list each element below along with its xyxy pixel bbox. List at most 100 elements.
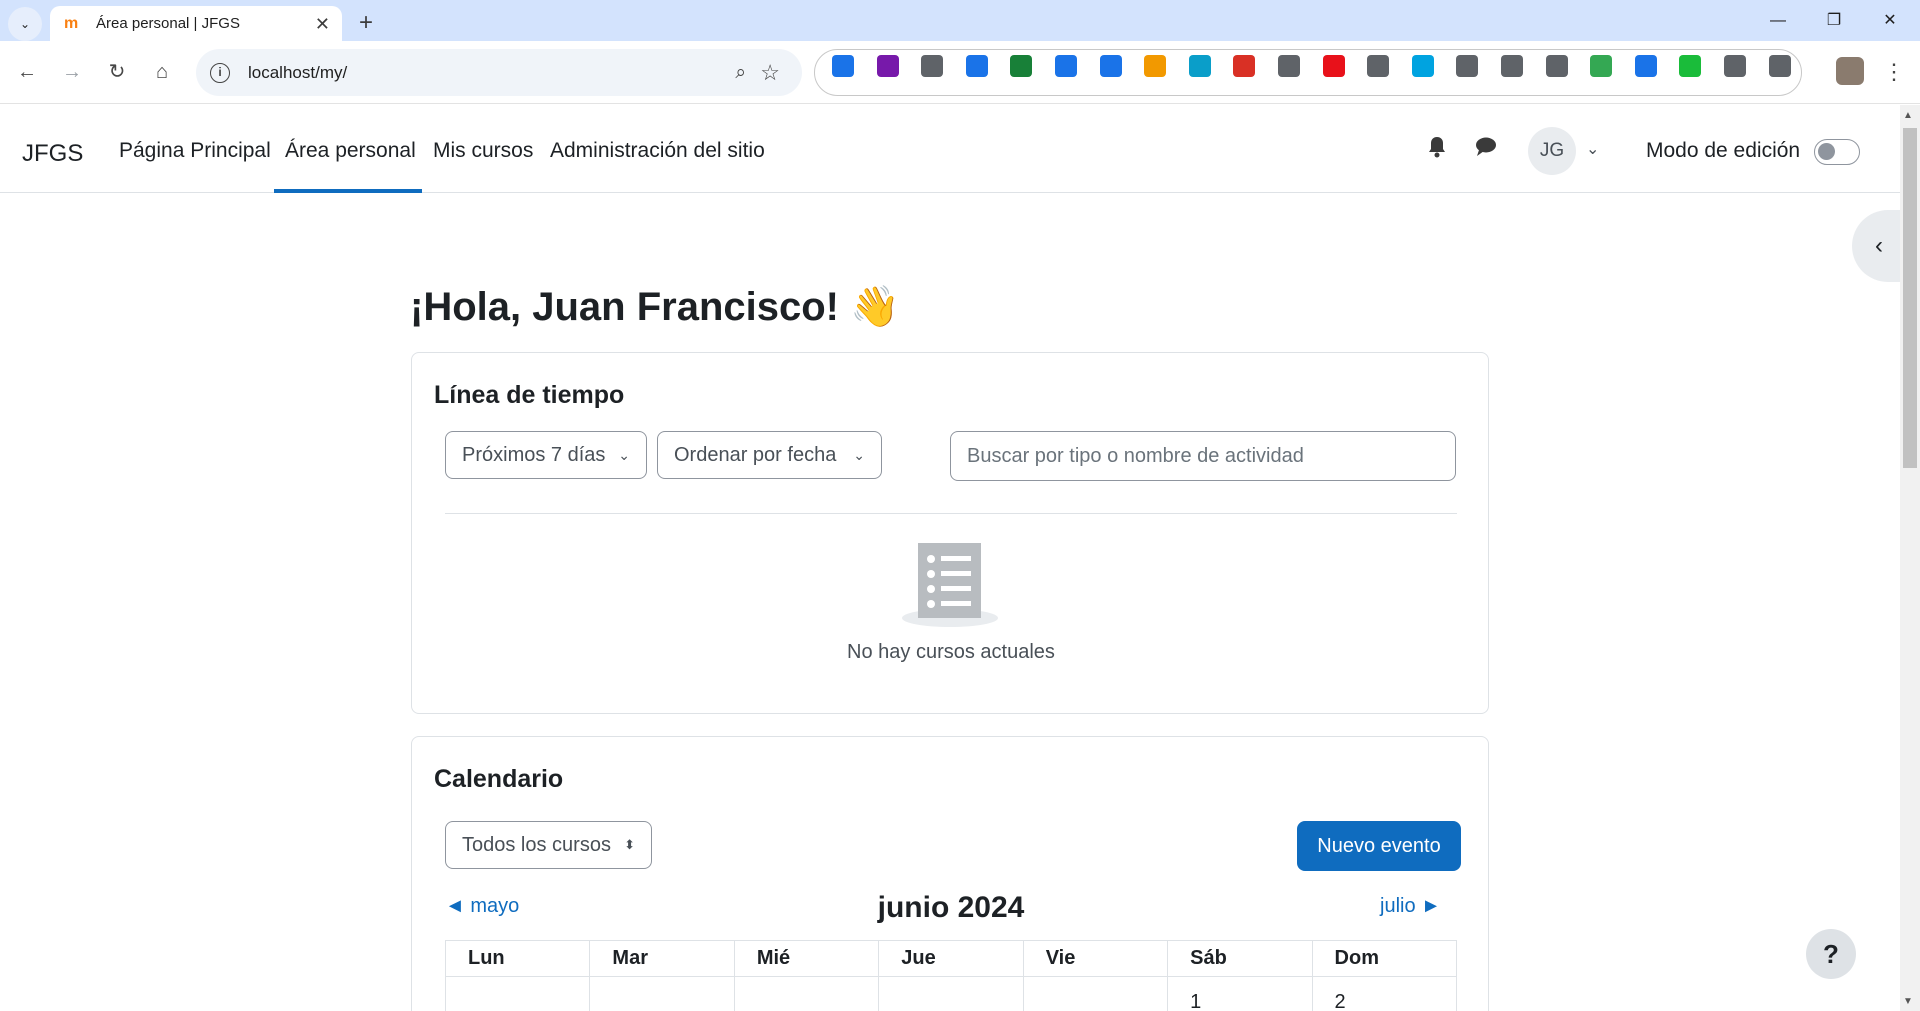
- calendar-day-cell: [733, 976, 880, 1011]
- close-window-icon[interactable]: ✕: [1862, 6, 1918, 36]
- calendar-title: Calendario: [434, 765, 564, 793]
- toggle-knob: [1818, 143, 1835, 160]
- new-event-button[interactable]: Nuevo evento: [1297, 821, 1461, 871]
- edit-mode-toggle[interactable]: [1814, 139, 1860, 165]
- course-select[interactable]: Todos los cursos ⬍: [445, 821, 652, 869]
- new-tab-button[interactable]: +: [352, 9, 380, 37]
- reload-icon[interactable]: ↻: [100, 55, 134, 89]
- extension-icon[interactable]: [1679, 55, 1702, 77]
- calendar-block: Calendario Todos los cursos ⬍ Nuevo even…: [411, 736, 1489, 1011]
- url-text: localhost/my/: [248, 62, 348, 82]
- open-drawer-button[interactable]: ‹: [1852, 210, 1900, 282]
- zoom-icon[interactable]: ⌕: [735, 62, 746, 84]
- browser-menu-icon[interactable]: ⋮: [1880, 55, 1908, 89]
- extension-icon[interactable]: [1724, 55, 1746, 77]
- calendar-day-cell: [878, 976, 1024, 1011]
- timeline-filter-dropdown[interactable]: Próximos 7 días ⌄: [445, 431, 647, 479]
- home-icon[interactable]: ⌂: [145, 55, 179, 89]
- extension-icon[interactable]: [1590, 55, 1613, 77]
- scrollbar-thumb[interactable]: [1903, 128, 1917, 468]
- nav-link-home[interactable]: Página Principal: [119, 139, 271, 163]
- chevron-down-icon[interactable]: ⌄: [1586, 139, 1599, 159]
- extension-icon[interactable]: [1099, 55, 1122, 77]
- timeline-sort-label: Ordenar por fecha: [674, 443, 837, 466]
- timeline-sort-dropdown[interactable]: Ordenar por fecha ⌄: [657, 431, 882, 479]
- close-tab-icon[interactable]: ✕: [315, 14, 330, 35]
- extension-icon[interactable]: [1501, 55, 1523, 77]
- bell-icon[interactable]: [1426, 135, 1448, 165]
- weekday-header: Vie: [1022, 940, 1169, 977]
- weekday-header: Dom: [1311, 940, 1458, 977]
- extension-icon[interactable]: [1188, 55, 1211, 77]
- user-avatar[interactable]: JG: [1528, 127, 1576, 175]
- calendar-day-cell[interactable]: 2: [1311, 976, 1458, 1011]
- empty-courses-icon: [901, 543, 999, 629]
- course-select-label: Todos los cursos: [462, 833, 611, 856]
- calendar-day-cell: [444, 976, 591, 1011]
- extension-icon[interactable]: [1010, 55, 1033, 77]
- bookmark-star-icon[interactable]: ☆: [760, 60, 780, 86]
- tab-search-icon[interactable]: ⌄: [8, 7, 42, 41]
- nav-link-my-courses[interactable]: Mis cursos: [433, 139, 533, 163]
- calendar-day-cell: [589, 976, 735, 1011]
- extension-icon[interactable]: [1634, 55, 1657, 77]
- weekday-header: Lun: [444, 940, 591, 977]
- scroll-down-icon[interactable]: ▼: [1903, 996, 1913, 1007]
- back-icon[interactable]: ←: [10, 55, 44, 89]
- timeline-block: Línea de tiempo Próximos 7 días ⌄ Ordena…: [411, 352, 1489, 714]
- nav-link-dashboard[interactable]: Área personal: [285, 139, 416, 163]
- page-greeting: ¡Hola, Juan Francisco! 👋: [410, 285, 900, 329]
- calendar-day-cell[interactable]: 1: [1167, 976, 1313, 1011]
- weekday-header: Mar: [589, 940, 735, 977]
- extension-icon[interactable]: [921, 55, 944, 77]
- active-nav-indicator: [274, 189, 422, 193]
- browser-tab[interactable]: m Área personal | JFGS ✕: [50, 6, 342, 41]
- moodle-favicon-icon: m: [64, 14, 79, 32]
- extension-icon[interactable]: [1322, 55, 1345, 77]
- calendar-table: Lun Mar Mié Jue Vie Sáb Dom 1 2: [444, 940, 1458, 1011]
- timeline-filter-label: Próximos 7 días: [462, 443, 606, 466]
- month-title: junio 2024: [877, 891, 1025, 924]
- help-button[interactable]: ?: [1806, 929, 1856, 979]
- extension-icon[interactable]: [876, 55, 899, 77]
- weekday-header: Jue: [878, 940, 1024, 977]
- scroll-up-icon[interactable]: ▲: [1903, 110, 1913, 121]
- weekday-header: Mié: [733, 940, 880, 977]
- empty-state-text: No hay cursos actuales: [847, 641, 1055, 663]
- chevron-down-icon: ⌄: [618, 446, 630, 463]
- extension-icon[interactable]: [1055, 55, 1077, 77]
- extension-icon[interactable]: [1456, 55, 1479, 77]
- forward-icon[interactable]: →: [55, 55, 89, 89]
- site-info-icon[interactable]: i: [210, 62, 230, 83]
- address-bar[interactable]: i localhost/my/ ⌕ ☆: [196, 49, 802, 96]
- extension-icon[interactable]: [1278, 55, 1300, 77]
- profile-avatar-icon[interactable]: [1836, 57, 1864, 85]
- calendar-day-cell: [1022, 976, 1169, 1011]
- edit-mode-label: Modo de edición: [1646, 139, 1801, 162]
- extension-icon[interactable]: [1545, 55, 1568, 77]
- calendar-week-row: 1 2: [444, 976, 1458, 1011]
- next-month-link[interactable]: julio ►: [1380, 895, 1441, 918]
- weekday-header: Sáb: [1167, 940, 1313, 977]
- chevron-down-icon: ⌄: [853, 446, 865, 463]
- extension-icon[interactable]: [1233, 55, 1256, 77]
- extension-icon[interactable]: [1367, 55, 1390, 77]
- site-brand[interactable]: JFGS: [22, 140, 83, 168]
- timeline-title: Línea de tiempo: [434, 381, 625, 409]
- extension-icon[interactable]: [1768, 55, 1791, 77]
- chevron-left-icon: ‹: [1875, 232, 1883, 259]
- extension-icon[interactable]: [832, 55, 854, 77]
- chat-icon[interactable]: [1474, 135, 1498, 163]
- sort-arrows-icon: ⬍: [624, 837, 635, 852]
- extension-icon[interactable]: [1411, 55, 1434, 77]
- site-navbar: JFGS Página Principal Área personal Mis …: [0, 105, 1900, 193]
- tab-title: Área personal | JFGS: [96, 15, 240, 32]
- restore-icon[interactable]: ❐: [1806, 6, 1862, 36]
- nav-link-site-admin[interactable]: Administración del sitio: [550, 139, 765, 163]
- extension-icon[interactable]: [965, 55, 988, 77]
- timeline-search-input[interactable]: [950, 431, 1456, 481]
- timeline-divider: [445, 513, 1457, 514]
- extension-icon[interactable]: [1144, 55, 1167, 77]
- browser-toolbar: ← → ↻ ⌂ i localhost/my/ ⌕ ☆ ⋮: [0, 41, 1920, 104]
- minimize-icon[interactable]: —: [1750, 6, 1806, 36]
